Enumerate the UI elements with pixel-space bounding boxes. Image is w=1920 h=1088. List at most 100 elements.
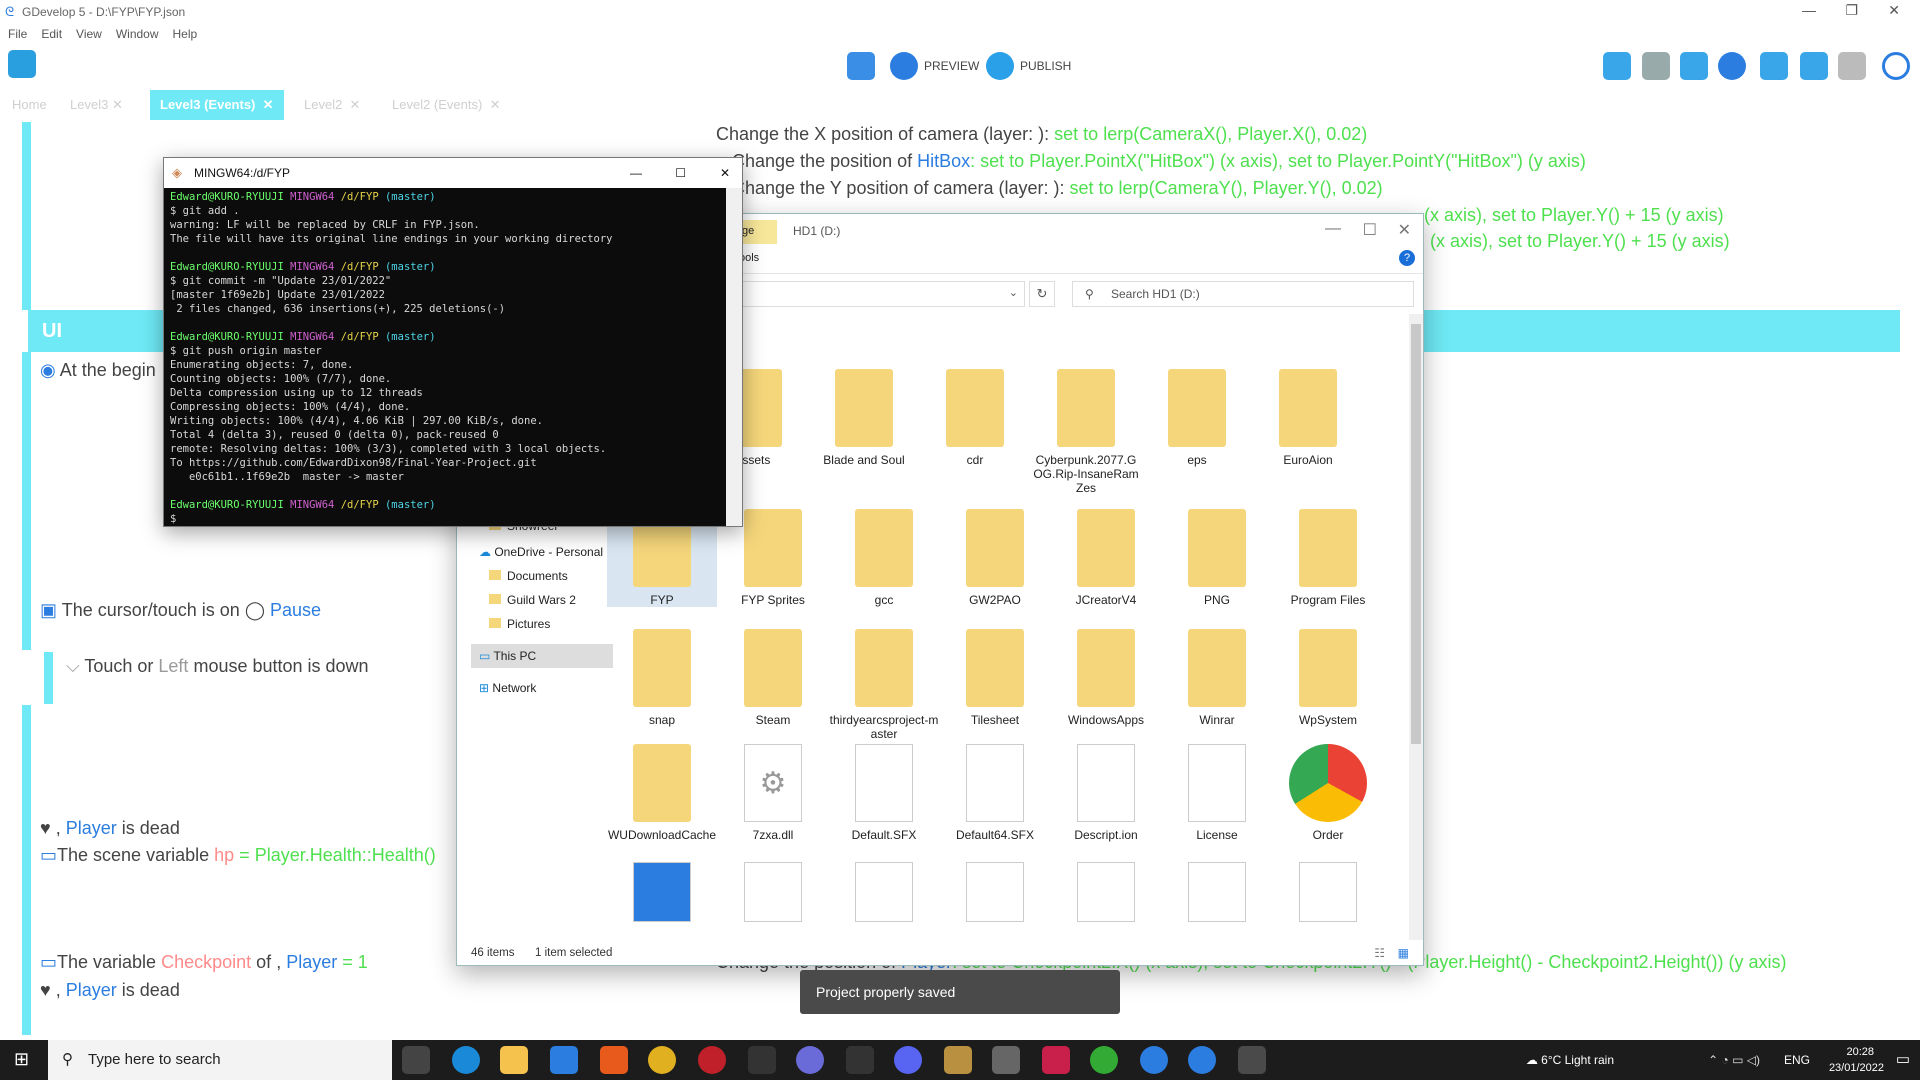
weather-widget[interactable]: ☁ 6°C Light rain bbox=[1526, 1040, 1614, 1080]
gdevelop-icon[interactable] bbox=[1140, 1046, 1168, 1074]
action-row[interactable]: (x axis), set to Player.Y() + 15 (y axis… bbox=[1424, 205, 1724, 226]
terminal-icon[interactable] bbox=[846, 1046, 874, 1074]
app-icon[interactable] bbox=[748, 1046, 776, 1074]
file-item[interactable]: gcc bbox=[829, 509, 939, 607]
search-icon[interactable] bbox=[1882, 52, 1910, 80]
nav-item-network[interactable]: ⊞ Network bbox=[479, 676, 536, 700]
add-comment-icon[interactable] bbox=[1680, 52, 1708, 80]
scrollbar[interactable] bbox=[1409, 314, 1423, 940]
xbox-icon[interactable] bbox=[1090, 1046, 1118, 1074]
action-row[interactable]: Change the position of HitBox: set to Pl… bbox=[732, 151, 1586, 172]
terminal-output[interactable]: Edward@KURO-RYUUJI MINGW64 /d/FYP (maste… bbox=[166, 188, 724, 524]
debug-icon[interactable] bbox=[847, 52, 875, 80]
condition-row[interactable]: ▭The scene variable hp = Player.Health::… bbox=[40, 845, 436, 866]
file-item[interactable]: EuroAion bbox=[1253, 369, 1363, 467]
file-item[interactable]: License bbox=[1162, 744, 1272, 842]
search-input[interactable]: ⚲ Search HD1 (D:) bbox=[1072, 281, 1414, 307]
file-item[interactable] bbox=[718, 862, 828, 928]
redo-icon[interactable] bbox=[1838, 52, 1866, 80]
file-item[interactable]: WindowsApps bbox=[1051, 629, 1161, 727]
file-item[interactable]: JCreatorV4 bbox=[1051, 509, 1161, 607]
address-field[interactable]: ⌄ bbox=[737, 281, 1025, 307]
maximize-icon[interactable]: ☐ bbox=[675, 158, 686, 188]
tab-home[interactable]: Home bbox=[2, 90, 57, 120]
add-icon[interactable] bbox=[1718, 52, 1746, 80]
tab-level2-events[interactable]: Level2 (Events) ✕ bbox=[382, 90, 510, 120]
discord-icon[interactable] bbox=[894, 1046, 922, 1074]
app-icon[interactable] bbox=[796, 1046, 824, 1074]
tab-close-icon[interactable]: ✕ bbox=[350, 97, 361, 112]
file-item[interactable] bbox=[1051, 862, 1161, 928]
file-item[interactable]: Blade and Soul bbox=[809, 369, 919, 467]
file-item[interactable]: eps bbox=[1142, 369, 1252, 467]
file-item[interactable]: thirdyearcsproject-master bbox=[829, 629, 939, 741]
file-item[interactable] bbox=[607, 862, 717, 928]
maximize-icon[interactable]: ❐ bbox=[1845, 2, 1858, 19]
menu-view[interactable]: View bbox=[76, 27, 102, 41]
nav-item-guildwars2[interactable]: Guild Wars 2 bbox=[489, 588, 576, 612]
file-item[interactable]: Order bbox=[1273, 744, 1383, 842]
app-icon[interactable] bbox=[1042, 1046, 1070, 1074]
file-item[interactable]: snap bbox=[607, 629, 717, 727]
help-icon[interactable]: ? bbox=[1399, 250, 1415, 266]
file-item[interactable]: Cyberpunk.2077.GOG.Rip-InsaneRamZes bbox=[1031, 369, 1141, 495]
condition-row[interactable]: ▭The variable Checkpoint of , Player = 1 bbox=[40, 952, 368, 973]
language-indicator[interactable]: ENG bbox=[1784, 1040, 1810, 1080]
nav-item-onedrive[interactable]: ☁ OneDrive - Personal bbox=[479, 540, 603, 564]
close-icon[interactable]: ✕ bbox=[1888, 2, 1900, 19]
scrollbar[interactable] bbox=[726, 188, 742, 526]
refresh-icon[interactable]: ↻ bbox=[1029, 281, 1055, 307]
file-item[interactable]: Tilesheet bbox=[940, 629, 1050, 727]
file-item[interactable]: GW2PAO bbox=[940, 509, 1050, 607]
menu-file[interactable]: File bbox=[8, 27, 27, 41]
details-view-icon[interactable]: ☷ bbox=[1374, 941, 1385, 965]
app-icon[interactable] bbox=[698, 1046, 726, 1074]
action-row[interactable]: Change the X position of camera (layer: … bbox=[716, 124, 1367, 145]
nav-item-documents[interactable]: Documents bbox=[489, 564, 568, 588]
delete-event-icon[interactable] bbox=[1760, 52, 1788, 80]
preview-button[interactable]: PREVIEW bbox=[924, 59, 979, 73]
nav-item-pictures[interactable]: Pictures bbox=[489, 612, 550, 636]
menu-help[interactable]: Help bbox=[173, 27, 198, 41]
tray-icons[interactable]: ⌃ ◔ ▭ ◁) bbox=[1708, 1040, 1760, 1080]
maximize-icon[interactable]: ☐ bbox=[1363, 220, 1377, 240]
publish-button[interactable]: PUBLISH bbox=[1020, 59, 1071, 73]
tab-close-icon[interactable]: ✕ bbox=[112, 97, 123, 112]
file-item[interactable] bbox=[1162, 862, 1272, 928]
menu-edit[interactable]: Edit bbox=[41, 27, 62, 41]
undo-icon[interactable] bbox=[1800, 52, 1828, 80]
condition-row[interactable]: ◉ At the begin bbox=[40, 360, 156, 381]
action-row[interactable]: (x axis), set to Player.Y() + 15 (y axis… bbox=[1430, 231, 1730, 252]
file-item[interactable] bbox=[829, 862, 939, 928]
close-icon[interactable]: ✕ bbox=[720, 158, 730, 188]
file-item[interactable]: WpSystem bbox=[1273, 629, 1383, 727]
app-icon[interactable] bbox=[1238, 1046, 1266, 1074]
condition-row[interactable]: ⌵ Touch or Left mouse button is down bbox=[66, 656, 369, 677]
tab-level3[interactable]: Level3 ✕ bbox=[60, 90, 133, 120]
mail-icon[interactable] bbox=[550, 1046, 578, 1074]
menu-window[interactable]: Window bbox=[116, 27, 159, 41]
minimize-icon[interactable]: — bbox=[1325, 220, 1341, 238]
notifications-icon[interactable]: ▭ bbox=[1896, 1040, 1910, 1080]
add-subevent-icon[interactable] bbox=[1642, 52, 1670, 80]
condition-row[interactable]: ♥ , Player is dead bbox=[40, 980, 180, 1001]
tab-close-icon[interactable]: ✕ bbox=[263, 97, 274, 112]
close-icon[interactable]: ✕ bbox=[1398, 220, 1411, 240]
file-item[interactable]: Steam bbox=[718, 629, 828, 727]
clock-date[interactable]: 23/01/2022 bbox=[1829, 1048, 1884, 1088]
office-icon[interactable] bbox=[600, 1046, 628, 1074]
preview-play-icon[interactable] bbox=[890, 52, 918, 80]
start-icon[interactable]: ⊞ bbox=[14, 1049, 29, 1070]
tab-close-icon[interactable]: ✕ bbox=[490, 97, 501, 112]
file-item[interactable] bbox=[1273, 862, 1383, 928]
chevron-down-icon[interactable]: ⌄ bbox=[1009, 286, 1018, 299]
file-item[interactable]: WUDownloadCache bbox=[607, 744, 717, 842]
publish-icon[interactable] bbox=[986, 52, 1014, 80]
task-view-icon[interactable] bbox=[402, 1046, 430, 1074]
taskbar-search[interactable]: ⚲ Type here to search bbox=[48, 1040, 392, 1080]
file-item[interactable]: PNG bbox=[1162, 509, 1272, 607]
condition-row[interactable]: ♥ , Player is dead bbox=[40, 818, 180, 839]
app-icon[interactable] bbox=[944, 1046, 972, 1074]
file-item[interactable] bbox=[940, 862, 1050, 928]
add-event-icon[interactable] bbox=[1603, 52, 1631, 80]
